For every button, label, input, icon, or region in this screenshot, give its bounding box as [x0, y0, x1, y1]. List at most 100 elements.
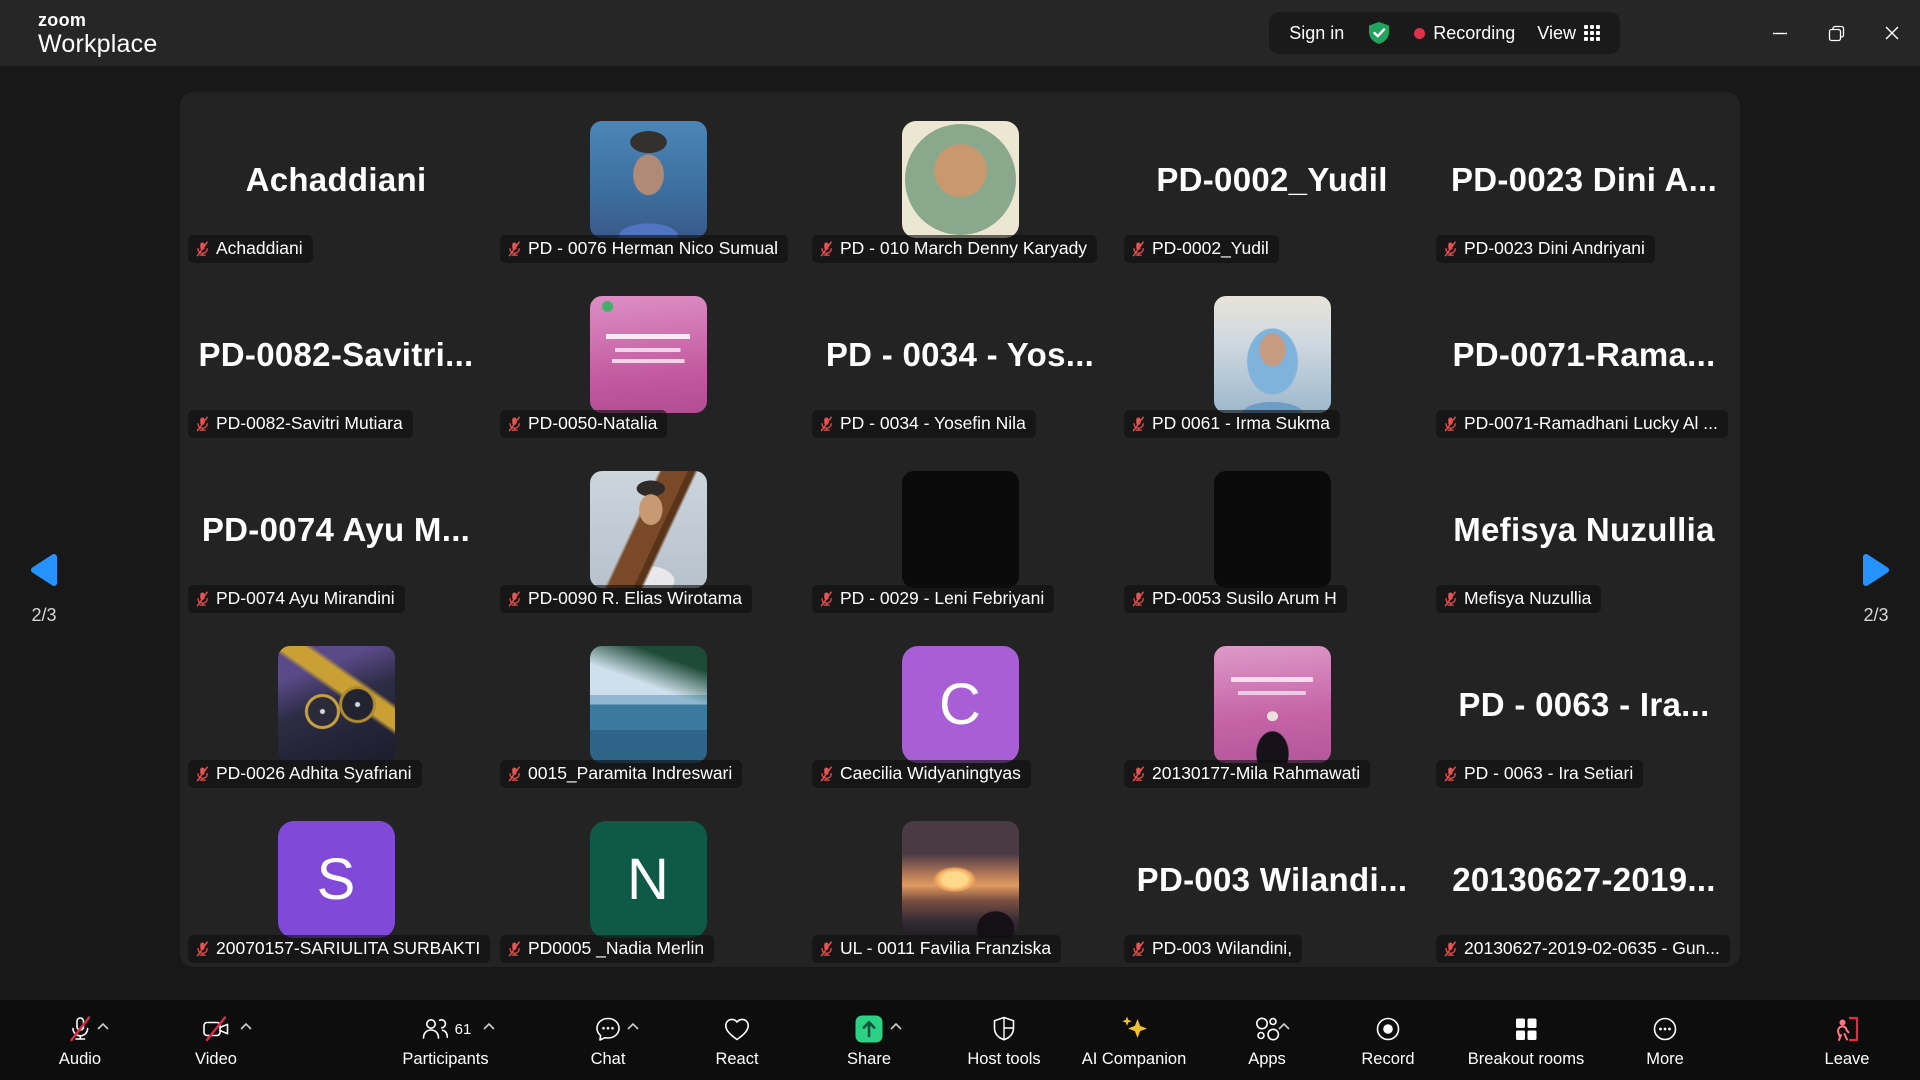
participant-name-text: PD - 0029 - Leni Febriyani — [840, 588, 1044, 609]
breakout-rooms-button[interactable]: Breakout rooms — [1458, 1000, 1594, 1080]
participant-tile[interactable]: PD-0053 Susilo Arum H — [1116, 442, 1428, 617]
participant-tile[interactable]: PD-0074 Ayu M...PD-0074 Ayu Mirandini — [180, 442, 492, 617]
participants-label: Participants — [402, 1050, 488, 1069]
participant-monogram-avatar: N — [590, 821, 707, 938]
participant-name-tag: Achaddiani — [188, 235, 313, 263]
audio-label: Audio — [59, 1050, 101, 1069]
participant-tile[interactable]: PD-0090 R. Elias Wirotama — [492, 442, 804, 617]
previous-page-arrow-icon[interactable] — [28, 552, 60, 591]
participant-name-text: PD-0050-Natalia — [528, 413, 657, 434]
participant-tile[interactable]: UL - 0011 Favilia Franziska — [804, 792, 1116, 967]
participant-tile[interactable]: PD - 0029 - Leni Febriyani — [804, 442, 1116, 617]
host-tools-button[interactable]: Host tools — [958, 1000, 1050, 1080]
chat-button[interactable]: Chat — [568, 1000, 648, 1080]
participant-name-text: UL - 0011 Favilia Franziska — [840, 938, 1051, 959]
apps-label: Apps — [1248, 1050, 1286, 1069]
participant-tile[interactable]: PD-0050-Natalia — [492, 267, 804, 442]
participant-name-tag: PD - 0063 - Ira Setiari — [1436, 760, 1643, 788]
participant-photo-avatar — [590, 471, 707, 588]
share-button[interactable]: Share — [829, 1000, 909, 1080]
brand-workplace: Workplace — [38, 32, 157, 57]
participant-name-tag: PD-0071-Ramadhani Lucky Al ... — [1436, 410, 1728, 438]
participant-tile[interactable]: Mefisya NuzulliaMefisya Nuzullia — [1428, 442, 1740, 617]
host-tools-shield-icon — [989, 1014, 1019, 1044]
participant-tile[interactable]: S20070157-SARIULITA SURBAKTI — [180, 792, 492, 967]
mic-muted-icon — [819, 591, 834, 607]
participants-options-chevron-icon[interactable] — [483, 1022, 495, 1030]
participant-tile[interactable]: PD-0002_YudilPD-0002_Yudil — [1116, 92, 1428, 267]
participant-tile[interactable]: CCaecilia Widyaningtyas — [804, 617, 1116, 792]
view-button[interactable]: View — [1537, 23, 1600, 44]
share-options-chevron-icon[interactable] — [890, 1022, 902, 1030]
chat-icon — [593, 1014, 623, 1044]
video-label: Video — [195, 1050, 237, 1069]
sign-in-button[interactable]: Sign in — [1289, 23, 1344, 44]
participant-tile[interactable]: 20130627-2019... 20130627-2019-02-0635 - … — [1428, 792, 1740, 967]
participant-tile[interactable]: 0015_Paramita Indreswari — [492, 617, 804, 792]
record-button[interactable]: Record — [1342, 1000, 1434, 1080]
react-button[interactable]: React — [697, 1000, 777, 1080]
participant-tile[interactable]: 20130177-Mila Rahmawati — [1116, 617, 1428, 792]
gallery-view-icon — [1584, 25, 1600, 41]
recording-dot-icon — [1414, 28, 1425, 39]
participant-name-tag: PD-0002_Yudil — [1124, 235, 1279, 263]
participant-tile[interactable]: PD - 0063 - Ira...PD - 0063 - Ira Setiar… — [1428, 617, 1740, 792]
audio-button[interactable]: Audio — [40, 1000, 120, 1080]
participant-name-tag: PD0005 _Nadia Merlin — [500, 935, 714, 963]
next-page-arrow-icon[interactable] — [1860, 552, 1892, 591]
participant-tile[interactable]: NPD0005 _Nadia Merlin — [492, 792, 804, 967]
participant-tile[interactable]: PD-003 Wilandi...PD-003 Wilandini, — [1116, 792, 1428, 967]
audio-options-chevron-icon[interactable] — [97, 1022, 109, 1030]
participant-tile[interactable]: PD - 0076 Herman Nico Sumual — [492, 92, 804, 267]
mic-muted-icon — [195, 766, 210, 782]
participant-photo-avatar — [590, 121, 707, 238]
participant-name-text: PD-003 Wilandini, — [1152, 938, 1292, 959]
video-options-chevron-icon[interactable] — [240, 1022, 252, 1030]
participant-name-text: PD-0023 Dini Andriyani — [1464, 238, 1645, 259]
react-label: React — [715, 1050, 758, 1069]
leave-icon — [1832, 1014, 1862, 1044]
encryption-shield-icon[interactable] — [1366, 20, 1392, 46]
minimize-button[interactable] — [1752, 0, 1808, 66]
participant-tile[interactable]: PD 0061 - Irma Sukma — [1116, 267, 1428, 442]
more-button[interactable]: More — [1625, 1000, 1705, 1080]
participant-display-name: PD-0082-Savitri... — [198, 336, 473, 374]
chat-options-chevron-icon[interactable] — [627, 1022, 639, 1030]
participant-name-tag: PD-0023 Dini Andriyani — [1436, 235, 1655, 263]
participant-tile[interactable]: PD - 010 March Denny Karyady — [804, 92, 1116, 267]
participant-tile[interactable]: AchaddianiAchaddiani — [180, 92, 492, 267]
participant-name-tag: 20070157-SARIULITA SURBAKTI — [188, 935, 490, 963]
ai-companion-button[interactable]: AI Companion — [1076, 1000, 1192, 1080]
participant-name-tag: PD - 0029 - Leni Febriyani — [812, 585, 1054, 613]
close-button[interactable] — [1864, 0, 1920, 66]
recording-indicator[interactable]: Recording — [1414, 23, 1515, 44]
participant-name-tag: PD-0090 R. Elias Wirotama — [500, 585, 752, 613]
video-button[interactable]: Video — [176, 1000, 256, 1080]
next-page-control: 2/3 — [1846, 552, 1906, 626]
participant-tile[interactable]: PD - 0034 - Yos...PD - 0034 - Yosefin Ni… — [804, 267, 1116, 442]
participant-tile[interactable]: PD-0026 Adhita Syafriani — [180, 617, 492, 792]
restore-button[interactable] — [1808, 0, 1864, 66]
participant-photo-avatar — [1214, 646, 1331, 763]
participant-tile[interactable]: PD-0071-Rama...PD-0071-Ramadhani Lucky A… — [1428, 267, 1740, 442]
participant-name-tag: 0015_Paramita Indreswari — [500, 760, 742, 788]
participant-tile[interactable]: PD-0023 Dini A...PD-0023 Dini Andriyani — [1428, 92, 1740, 267]
mic-muted-icon — [819, 416, 834, 432]
mic-muted-icon — [507, 241, 522, 257]
participant-display-name: 20130627-2019... — [1452, 861, 1716, 899]
participant-name-tag: 20130627-2019-02-0635 - Gun... — [1436, 935, 1730, 963]
participant-tile[interactable]: PD-0082-Savitri...PD-0082-Savitri Mutiar… — [180, 267, 492, 442]
leave-button[interactable]: Leave — [1799, 1000, 1895, 1080]
mic-muted-icon — [507, 766, 522, 782]
apps-options-chevron-icon[interactable] — [1278, 1022, 1290, 1030]
apps-button[interactable]: Apps — [1227, 1000, 1307, 1080]
participant-name-text: PD - 010 March Denny Karyady — [840, 238, 1087, 259]
participant-name-tag: PD - 010 March Denny Karyady — [812, 235, 1097, 263]
participant-photo-avatar — [902, 471, 1019, 588]
brand-zoom: zoom — [38, 11, 157, 29]
participants-button[interactable]: 61 Participants — [388, 1000, 503, 1080]
video-off-icon — [200, 1014, 232, 1044]
participant-name-tag: Caecilia Widyaningtyas — [812, 760, 1031, 788]
page-indicator-left: 2/3 — [14, 605, 74, 626]
participant-name-text: PD 0061 - Irma Sukma — [1152, 413, 1330, 434]
